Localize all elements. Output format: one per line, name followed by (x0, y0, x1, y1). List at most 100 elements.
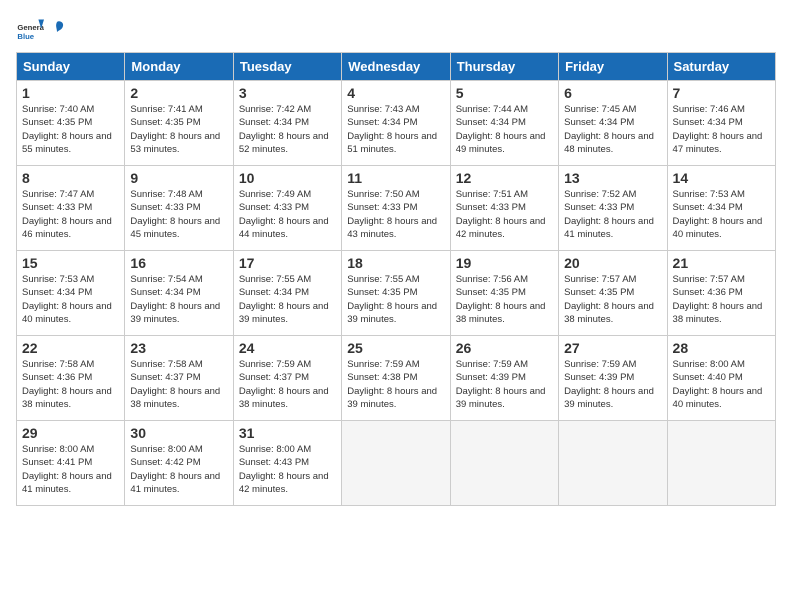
calendar-day: 17Sunrise: 7:55 AMSunset: 4:34 PMDayligh… (233, 251, 341, 336)
calendar-day: 28 Sunrise: 8:00 AMSunset: 4:40 PMDayligh… (667, 336, 775, 421)
calendar-day: 27 Sunrise: 7:59 AMSunset: 4:39 PMDayligh… (559, 336, 667, 421)
calendar-week-4: 22 Sunrise: 7:58 AMSunset: 4:36 PMDayligh… (17, 336, 776, 421)
day-number: 27 (564, 340, 661, 356)
weekday-header-monday: Monday (125, 53, 233, 81)
day-number: 15 (22, 255, 119, 271)
day-number: 7 (673, 85, 770, 101)
day-number: 30 (130, 425, 227, 441)
calendar-day: 23 Sunrise: 7:58 AMSunset: 4:37 PMDayligh… (125, 336, 233, 421)
calendar-day: 7 Sunrise: 7:46 AMSunset: 4:34 PMDaylight… (667, 81, 775, 166)
day-number: 25 (347, 340, 444, 356)
day-info: Sunrise: 7:59 AMSunset: 4:39 PMDaylight:… (456, 358, 553, 411)
day-number: 9 (130, 170, 227, 186)
day-number: 24 (239, 340, 336, 356)
day-info: Sunrise: 7:40 AMSunset: 4:35 PMDaylight:… (22, 103, 119, 156)
day-info: Sunrise: 7:48 AMSunset: 4:33 PMDaylight:… (130, 188, 227, 241)
calendar-day: 30 Sunrise: 8:00 AMSunset: 4:42 PMDayligh… (125, 421, 233, 506)
day-number: 1 (22, 85, 119, 101)
day-number: 17 (239, 255, 336, 271)
calendar-table: SundayMondayTuesdayWednesdayThursdayFrid… (16, 52, 776, 506)
day-number: 23 (130, 340, 227, 356)
day-number: 4 (347, 85, 444, 101)
day-info: Sunrise: 7:59 AMSunset: 4:37 PMDaylight:… (239, 358, 336, 411)
calendar-day (559, 421, 667, 506)
calendar-day: 18 Sunrise: 7:55 AMSunset: 4:35 PMDayligh… (342, 251, 450, 336)
calendar-week-1: 1 Sunrise: 7:40 AMSunset: 4:35 PMDaylight… (17, 81, 776, 166)
logo: General Blue (16, 16, 66, 44)
calendar-day (342, 421, 450, 506)
day-number: 18 (347, 255, 444, 271)
calendar-day: 25 Sunrise: 7:59 AMSunset: 4:38 PMDayligh… (342, 336, 450, 421)
day-info: Sunrise: 7:56 AMSunset: 4:35 PMDaylight:… (456, 273, 553, 326)
day-number: 19 (456, 255, 553, 271)
calendar-day: 22 Sunrise: 7:58 AMSunset: 4:36 PMDayligh… (17, 336, 125, 421)
day-info: Sunrise: 7:55 AMSunset: 4:35 PMDaylight:… (347, 273, 444, 326)
weekday-header-saturday: Saturday (667, 53, 775, 81)
calendar-body: 1 Sunrise: 7:40 AMSunset: 4:35 PMDaylight… (17, 81, 776, 506)
calendar-day: 15Sunrise: 7:53 AMSunset: 4:34 PMDayligh… (17, 251, 125, 336)
calendar-day: 5Sunrise: 7:44 AMSunset: 4:34 PMDaylight… (450, 81, 558, 166)
day-info: Sunrise: 7:43 AMSunset: 4:34 PMDaylight:… (347, 103, 444, 156)
svg-text:Blue: Blue (17, 32, 34, 41)
day-info: Sunrise: 7:53 AMSunset: 4:34 PMDaylight:… (673, 188, 770, 241)
day-info: Sunrise: 7:50 AMSunset: 4:33 PMDaylight:… (347, 188, 444, 241)
calendar-week-2: 8 Sunrise: 7:47 AMSunset: 4:33 PMDaylight… (17, 166, 776, 251)
day-info: Sunrise: 7:47 AMSunset: 4:33 PMDaylight:… (22, 188, 119, 241)
calendar-day: 26 Sunrise: 7:59 AMSunset: 4:39 PMDayligh… (450, 336, 558, 421)
weekday-header-wednesday: Wednesday (342, 53, 450, 81)
day-number: 20 (564, 255, 661, 271)
weekday-header-sunday: Sunday (17, 53, 125, 81)
calendar-day: 9 Sunrise: 7:48 AMSunset: 4:33 PMDaylight… (125, 166, 233, 251)
day-number: 14 (673, 170, 770, 186)
calendar-day: 16 Sunrise: 7:54 AMSunset: 4:34 PMDayligh… (125, 251, 233, 336)
day-info: Sunrise: 7:44 AMSunset: 4:34 PMDaylight:… (456, 103, 553, 156)
day-info: Sunrise: 7:46 AMSunset: 4:34 PMDaylight:… (673, 103, 770, 156)
calendar-day: 6 Sunrise: 7:45 AMSunset: 4:34 PMDaylight… (559, 81, 667, 166)
day-info: Sunrise: 7:54 AMSunset: 4:34 PMDaylight:… (130, 273, 227, 326)
day-number: 8 (22, 170, 119, 186)
calendar-day: 4 Sunrise: 7:43 AMSunset: 4:34 PMDaylight… (342, 81, 450, 166)
calendar-day: 8 Sunrise: 7:47 AMSunset: 4:33 PMDaylight… (17, 166, 125, 251)
calendar-day: 12Sunrise: 7:51 AMSunset: 4:33 PMDayligh… (450, 166, 558, 251)
page-header: General Blue (16, 16, 776, 44)
day-number: 10 (239, 170, 336, 186)
day-number: 3 (239, 85, 336, 101)
calendar-day: 13Sunrise: 7:52 AMSunset: 4:33 PMDayligh… (559, 166, 667, 251)
calendar-day: 29 Sunrise: 8:00 AMSunset: 4:41 PMDayligh… (17, 421, 125, 506)
day-info: Sunrise: 8:00 AMSunset: 4:43 PMDaylight:… (239, 443, 336, 496)
calendar-day: 19 Sunrise: 7:56 AMSunset: 4:35 PMDayligh… (450, 251, 558, 336)
calendar-day: 10Sunrise: 7:49 AMSunset: 4:33 PMDayligh… (233, 166, 341, 251)
day-info: Sunrise: 8:00 AMSunset: 4:42 PMDaylight:… (130, 443, 227, 496)
weekday-header-friday: Friday (559, 53, 667, 81)
day-info: Sunrise: 7:58 AMSunset: 4:36 PMDaylight:… (22, 358, 119, 411)
calendar-week-3: 15Sunrise: 7:53 AMSunset: 4:34 PMDayligh… (17, 251, 776, 336)
calendar-day: 3 Sunrise: 7:42 AMSunset: 4:34 PMDaylight… (233, 81, 341, 166)
weekday-header-row: SundayMondayTuesdayWednesdayThursdayFrid… (17, 53, 776, 81)
logo-bird-icon (49, 20, 65, 40)
day-info: Sunrise: 7:59 AMSunset: 4:39 PMDaylight:… (564, 358, 661, 411)
day-number: 26 (456, 340, 553, 356)
day-info: Sunrise: 7:59 AMSunset: 4:38 PMDaylight:… (347, 358, 444, 411)
day-info: Sunrise: 7:57 AMSunset: 4:35 PMDaylight:… (564, 273, 661, 326)
calendar-day: 24 Sunrise: 7:59 AMSunset: 4:37 PMDayligh… (233, 336, 341, 421)
day-info: Sunrise: 7:45 AMSunset: 4:34 PMDaylight:… (564, 103, 661, 156)
calendar-day: 20 Sunrise: 7:57 AMSunset: 4:35 PMDayligh… (559, 251, 667, 336)
calendar-day (667, 421, 775, 506)
weekday-header-thursday: Thursday (450, 53, 558, 81)
day-number: 29 (22, 425, 119, 441)
day-info: Sunrise: 8:00 AMSunset: 4:40 PMDaylight:… (673, 358, 770, 411)
day-number: 22 (22, 340, 119, 356)
day-number: 28 (673, 340, 770, 356)
calendar-week-5: 29 Sunrise: 8:00 AMSunset: 4:41 PMDayligh… (17, 421, 776, 506)
logo-icon: General Blue (16, 16, 44, 44)
day-info: Sunrise: 8:00 AMSunset: 4:41 PMDaylight:… (22, 443, 119, 496)
day-number: 21 (673, 255, 770, 271)
day-info: Sunrise: 7:42 AMSunset: 4:34 PMDaylight:… (239, 103, 336, 156)
calendar-day: 14 Sunrise: 7:53 AMSunset: 4:34 PMDayligh… (667, 166, 775, 251)
calendar-day: 11Sunrise: 7:50 AMSunset: 4:33 PMDayligh… (342, 166, 450, 251)
day-number: 16 (130, 255, 227, 271)
weekday-header-tuesday: Tuesday (233, 53, 341, 81)
day-number: 6 (564, 85, 661, 101)
day-info: Sunrise: 7:58 AMSunset: 4:37 PMDaylight:… (130, 358, 227, 411)
day-number: 13 (564, 170, 661, 186)
